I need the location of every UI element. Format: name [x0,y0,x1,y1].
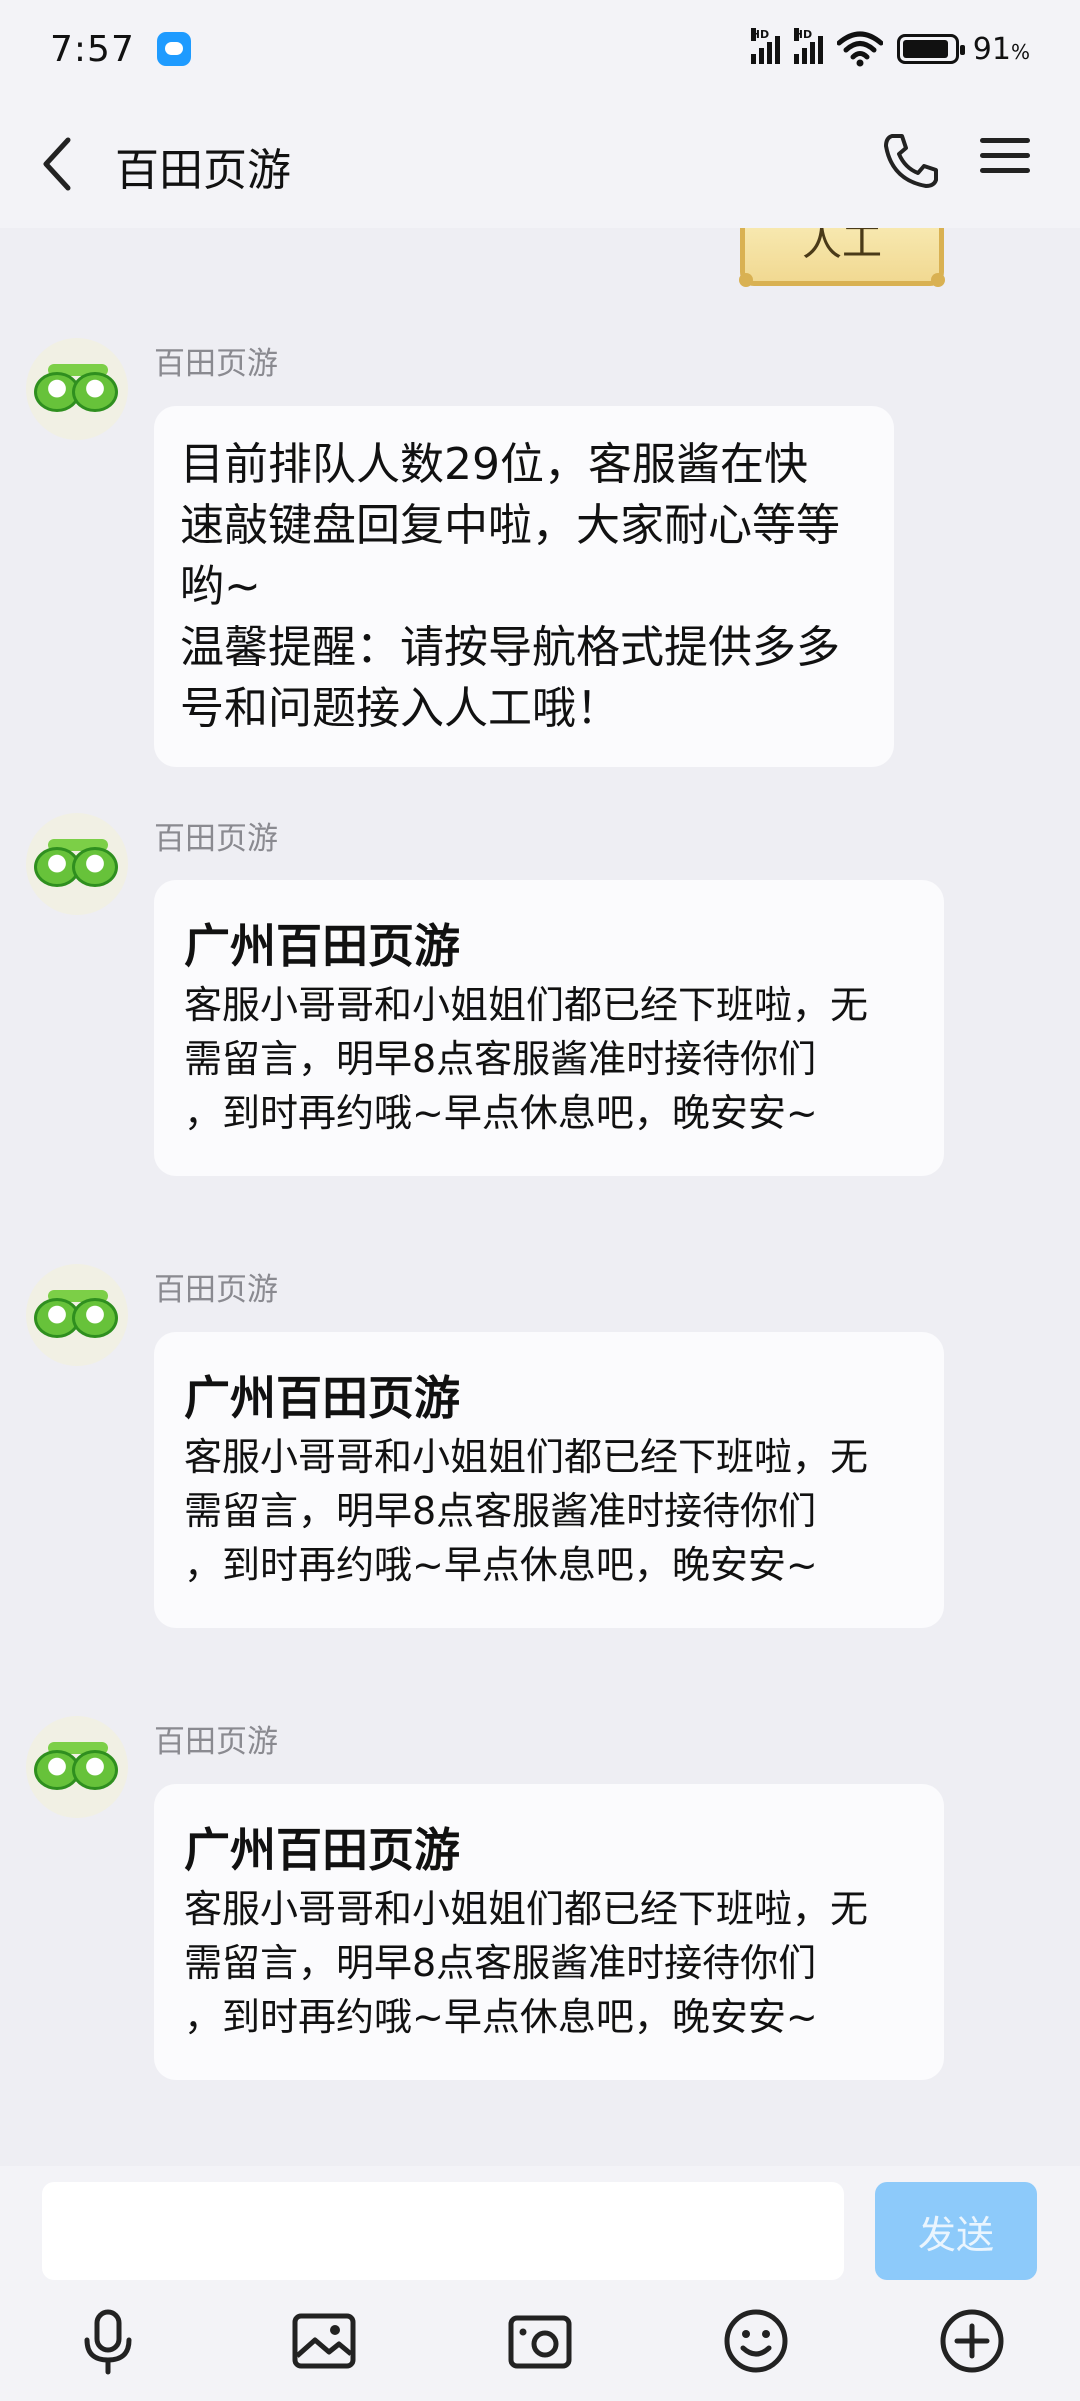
message-input[interactable] [42,2182,844,2280]
status-time: 7:57 [50,28,135,70]
input-area: 发送 [0,2166,1080,2401]
weather-app-icon [156,32,191,66]
logo-coin [72,1750,118,1790]
card-body: 客服小哥哥和小姐姐们都已经下班啦，无 需留言，明早8点客服酱准时接待你们 ，到时… [184,1887,869,2039]
plus-icon [940,2309,1004,2373]
call-button[interactable] [878,128,944,194]
message-card[interactable]: 广州百田页游 客服小哥哥和小姐姐们都已经下班啦，无 需留言，明早8点客服酱准时接… [154,880,944,1176]
avatar[interactable] [26,338,128,440]
emoji-button[interactable] [721,2306,791,2376]
input-toolbar [0,2306,1080,2396]
menu-button[interactable] [980,130,1030,190]
card-title: 广州百田页游 [184,1371,460,1425]
signal-icon: HD [750,28,780,64]
message-card[interactable]: 广州百田页游 客服小哥哥和小姐姐们都已经下班啦，无 需留言，明早8点客服酱准时接… [154,1784,944,2080]
message-list[interactable]: 人工 百田页游 目前排队人数29位，客服酱在快 速敲键盘回复中啦，大家耐心等等 … [0,228,1080,2178]
more-button[interactable] [937,2306,1007,2376]
menu-icon [980,138,1030,143]
card-body: 客服小哥哥和小姐姐们都已经下班啦，无 需留言，明早8点客服酱准时接待你们 ，到时… [184,1435,869,1587]
battery-icon [896,34,965,64]
emoji-icon [724,2309,788,2373]
send-button[interactable]: 发送 [875,2182,1037,2280]
signal-hd-label-2: HD [793,28,813,41]
sender-name: 百田页游 [154,346,278,382]
logo-coin [72,372,118,412]
battery-percent: 91% [972,31,1030,67]
phone-icon [884,134,938,188]
message-bubble[interactable]: 目前排队人数29位，客服酱在快 速敲键盘回复中啦，大家耐心等等 哟~ 温馨提醒：… [154,406,894,767]
camera-button[interactable] [505,2306,575,2376]
status-bar: 7:57 HD HD 91% [0,0,1080,98]
wifi-icon [836,31,883,67]
card-title: 广州百田页游 [184,919,460,973]
message-card[interactable]: 广州百田页游 客服小哥哥和小姐姐们都已经下班啦，无 需留言，明早8点客服酱准时接… [154,1332,944,1628]
chat-header: 百田页游 [0,98,1080,228]
card-title: 广州百田页游 [184,1823,460,1877]
status-indicators: HD HD 91% [750,28,1030,67]
signal-icon-2: HD [793,28,823,64]
back-button[interactable] [38,134,78,194]
avatar[interactable] [26,813,128,915]
previous-message-bubble[interactable]: 人工 [739,228,945,287]
camera-icon [508,2315,572,2369]
message-text: 目前排队人数29位，客服酱在快 速敲键盘回复中啦，大家耐心等等 哟~ 温馨提醒：… [180,439,840,734]
card-body: 客服小哥哥和小姐姐们都已经下班啦，无 需留言，明早8点客服酱准时接待你们 ，到时… [184,983,869,1135]
microphone-icon [84,2309,132,2375]
voice-button[interactable] [73,2306,143,2376]
avatar[interactable] [26,1716,128,1818]
photo-button[interactable] [289,2306,359,2376]
sender-name: 百田页游 [154,821,278,857]
logo-coin [72,847,118,887]
previous-message-text: 人工 [802,228,882,265]
avatar[interactable] [26,1264,128,1366]
sender-name: 百田页游 [154,1272,278,1308]
chevron-left-icon [43,137,71,191]
chat-title: 百田页游 [115,145,291,196]
signal-hd-label: HD [750,28,770,41]
logo-coin [72,1298,118,1338]
image-icon [292,2313,356,2369]
sender-name: 百田页游 [154,1724,278,1760]
